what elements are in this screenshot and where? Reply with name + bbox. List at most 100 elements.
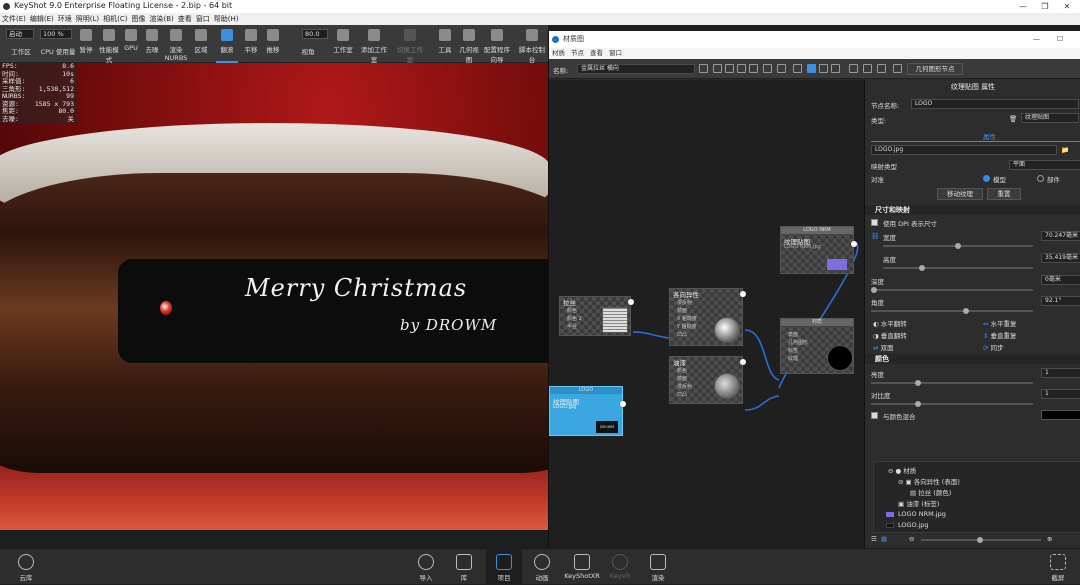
layout-icon[interactable] (807, 64, 816, 73)
script-console-button[interactable]: 脚本控制台 (518, 25, 546, 64)
reset-button[interactable]: 重置 (987, 188, 1021, 200)
tab-properties[interactable]: 属性 (983, 131, 996, 141)
pause-button[interactable]: 暂停 (76, 25, 96, 63)
angle-field[interactable]: 92.1° (1041, 296, 1080, 306)
height-slider-knob[interactable] (919, 265, 925, 271)
cpu-usage-button[interactable]: CPU 使用量 (38, 37, 78, 63)
node-paint[interactable]: 油漆 颜色 镜面 漫反射 凹凸 (669, 356, 746, 404)
mat-menu-window[interactable]: 窗口 (606, 48, 625, 59)
menu-render[interactable]: 渲染(B) (148, 13, 176, 25)
minimize-button[interactable]: — (1012, 0, 1034, 13)
output-port[interactable] (740, 291, 746, 297)
trash-icon[interactable]: 🗑 (1009, 115, 1017, 123)
gpu-button[interactable]: GPU (122, 25, 140, 63)
mat-menu-node[interactable]: 节点 (568, 48, 587, 59)
tree-item-anisotropic[interactable]: ⊖ ▣ 各向异性 (表面) (898, 476, 960, 486)
brightness-field[interactable]: 1 (1041, 368, 1080, 378)
thumbnail-size-knob[interactable] (977, 537, 983, 543)
add-studio-button[interactable]: 添加工作室 (360, 25, 388, 64)
switch-studio-button[interactable]: 切换工作室 (396, 25, 424, 64)
panel3-icon[interactable] (877, 64, 886, 73)
panel-icon[interactable] (849, 64, 858, 73)
color-section[interactable]: 颜色 (865, 354, 1080, 364)
align-part-radio[interactable] (1037, 175, 1044, 182)
studio-button[interactable]: 工作室 (330, 25, 356, 63)
width-slider-knob[interactable] (955, 243, 961, 249)
menu-help[interactable]: 帮助(H) (212, 13, 241, 25)
keyshotxr-button[interactable]: KeyShotXR (562, 549, 602, 585)
output-port[interactable] (740, 359, 746, 365)
render-nurbs-button[interactable]: 渲染 NURBS (164, 25, 188, 63)
menu-image[interactable]: 图像 (130, 13, 148, 25)
two-sided-button[interactable]: ⇄ 双面 (873, 342, 894, 352)
panel2-icon[interactable] (863, 64, 872, 73)
width-field[interactable]: 70.247毫米 (1041, 231, 1080, 241)
render-viewport[interactable]: Merry Christmas by DROWM (0, 63, 548, 530)
mat-menu-view[interactable]: 查看 (587, 48, 606, 59)
sync-button[interactable]: ⟳ 同步 (983, 342, 1004, 352)
dolly-button[interactable]: 推移 (262, 25, 284, 63)
denoise-button[interactable]: 去噪 (142, 25, 162, 63)
height-field[interactable]: 35.419毫米 (1041, 253, 1080, 263)
node-name-input[interactable]: LOGO (911, 99, 1079, 109)
copy-icon[interactable] (763, 64, 772, 73)
type-select[interactable]: 纹理贴图 (1021, 113, 1079, 123)
project-button[interactable]: 项目 (486, 549, 522, 585)
keyvr-button[interactable]: KeyVR (602, 549, 638, 585)
texture-file-field[interactable]: LOGO.jpg (871, 145, 1057, 155)
link-icon[interactable]: ⛓ (871, 232, 879, 240)
depth-slider-knob[interactable] (871, 287, 877, 293)
node-graph-canvas[interactable]: LOGO NRM 纹理贴图 LOGO NRM.jpg 拉丝 颜色 颜色 2 半径… (549, 80, 865, 548)
mix-color-checkbox[interactable] (871, 412, 878, 419)
grid-view-icon[interactable]: ▦ (881, 535, 887, 543)
repeat-vertical-button[interactable]: ⇕ 垂直重复 (983, 330, 1017, 340)
tree-item-logo[interactable]: LOGO.jpg (886, 521, 929, 529)
node-anisotropic[interactable]: 各向异性 漫反射 镜面 X 粗糙度 Y 粗糙度 凹凸 (669, 288, 746, 346)
angle-slider[interactable] (871, 310, 1033, 312)
tumble-button[interactable]: 翻滚 (216, 25, 238, 63)
contrast-slider-knob[interactable] (915, 401, 921, 407)
mapping-type-select[interactable]: 平面 (1009, 160, 1080, 170)
menu-lighting[interactable]: 照明(L) (74, 13, 101, 25)
output-port[interactable] (628, 299, 634, 305)
screenshot-button[interactable]: 截屏 (1040, 549, 1076, 585)
node-brushed[interactable]: 拉丝 颜色 颜色 2 半径 (559, 296, 634, 336)
menu-camera[interactable]: 相机(C) (101, 13, 129, 25)
node-logo-texture-selected[interactable]: LOGO 纹理贴图 LOGO.jpg DROWM (549, 386, 626, 436)
grid-icon[interactable] (793, 64, 802, 73)
workspace-button[interactable]: 工作区 (4, 37, 38, 63)
flip-vertical-button[interactable]: ◑ 垂直翻转 (873, 330, 907, 340)
sphere-icon[interactable] (713, 64, 722, 73)
tree-item-material[interactable]: ⊖ ● 材质 (888, 465, 916, 475)
zoom-in-icon[interactable]: ⊕ (1047, 535, 1052, 543)
zoom-out-icon[interactable]: ⊖ (909, 535, 914, 543)
material-name-input[interactable]: 金属拉丝 横向 (577, 64, 695, 74)
cloud-library-button[interactable]: 云库 (8, 549, 44, 585)
height-slider[interactable] (883, 267, 1033, 269)
move-texture-button[interactable]: 移动纹理 (937, 188, 983, 200)
perspective-button[interactable]: 视角 (296, 37, 320, 63)
import-button[interactable]: 导入 (408, 549, 444, 585)
folder-icon[interactable]: 📁 (1061, 146, 1069, 154)
delete-icon[interactable] (777, 64, 786, 73)
material-minimize-button[interactable]: — (1033, 31, 1040, 48)
depth-slider[interactable] (871, 289, 1033, 291)
geometry-view-button[interactable]: 几何视图 (458, 25, 480, 64)
geometry-node-button[interactable]: 几何图形节点 (907, 63, 963, 75)
brightness-slider[interactable] (871, 382, 1033, 384)
depth-field[interactable]: 0毫米 (1041, 275, 1080, 285)
pin-icon[interactable] (893, 64, 902, 73)
pan-button[interactable]: 平移 (240, 25, 262, 63)
flip-horizontal-button[interactable]: ◐ 水平翻转 (873, 318, 907, 328)
tree-item-brushed[interactable]: ▤ 拉丝 (颜色) (910, 487, 951, 497)
mat-menu-material[interactable]: 材质 (549, 48, 568, 59)
fit-icon[interactable] (737, 64, 746, 73)
menu-view[interactable]: 查看 (176, 13, 194, 25)
zoom-icon[interactable] (831, 64, 840, 73)
tree-item-paint[interactable]: ▣ 油漆 (标签) (898, 498, 939, 508)
output-port[interactable] (620, 401, 626, 407)
library-button[interactable]: 库 (446, 549, 482, 585)
repeat-horizontal-button[interactable]: ⇔ 水平重复 (983, 318, 1017, 328)
menu-window[interactable]: 窗口 (194, 13, 212, 25)
tools-button[interactable]: 工具 (434, 25, 456, 63)
